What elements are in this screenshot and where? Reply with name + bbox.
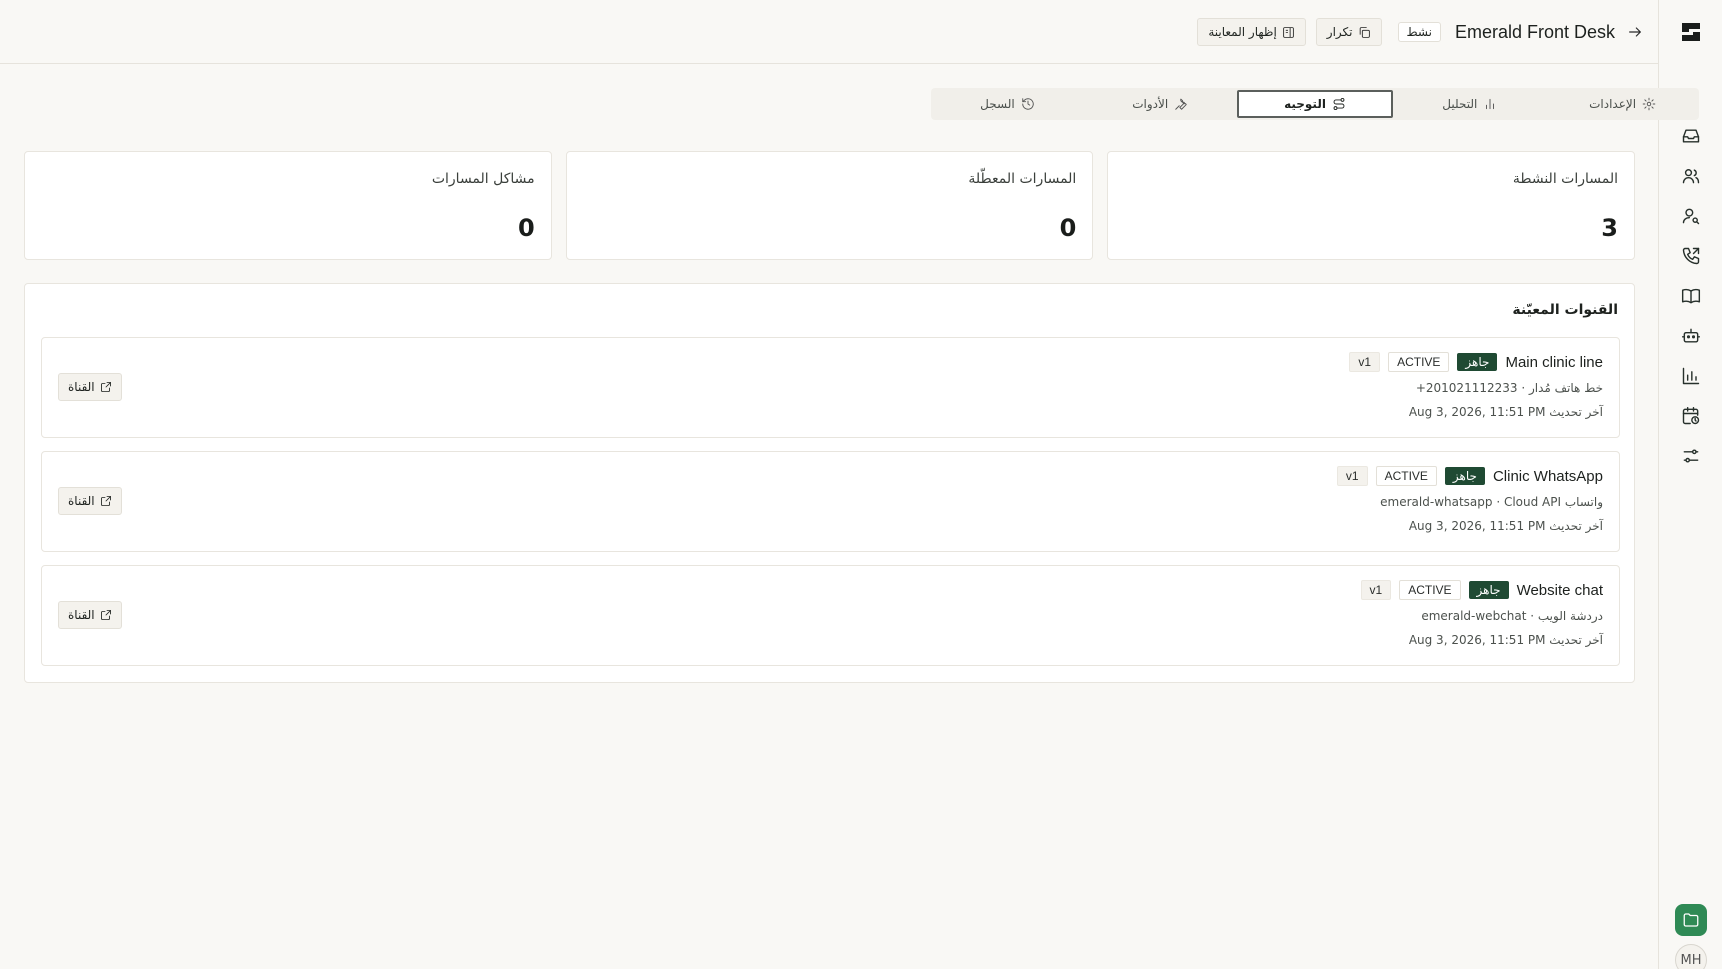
- version-badge: v1: [1336, 466, 1368, 486]
- open-channel-label: القناة: [68, 380, 95, 394]
- ready-badge: جاهز: [1444, 467, 1485, 485]
- channel-updated: آخر تحديث Aug 3, 2026, 11:51 PM: [1408, 519, 1603, 533]
- channel-subtitle: دردشة الويب · emerald-webchat: [1421, 609, 1603, 623]
- tab-tools[interactable]: الأدوات: [1084, 88, 1237, 120]
- calendar-clock-icon[interactable]: [1679, 404, 1703, 428]
- open-channel-button[interactable]: القناة: [58, 373, 122, 401]
- show-preview-label: إظهار المعاينة: [1208, 25, 1277, 39]
- channel-card: Website chat جاهز ACTIVE v1 دردشة الويب …: [41, 565, 1620, 666]
- tab-label: الأدوات: [1132, 97, 1169, 111]
- gear-icon: [1642, 97, 1656, 111]
- tab-analytics[interactable]: التحليل: [1393, 88, 1546, 120]
- tab-bar: الإعدادات التحليل التوجيه الأدوات السجل: [931, 88, 1699, 120]
- channel-subtitle: خط هاتف مُدار · 201021112233+: [1415, 381, 1603, 395]
- channel-header: Main clinic line جاهز ACTIVE v1: [1349, 352, 1603, 372]
- tab-label: الإعدادات: [1589, 97, 1637, 111]
- tab-settings[interactable]: الإعدادات: [1546, 88, 1699, 120]
- channel-subtitle: واتساب emerald-whatsapp · Cloud API: [1380, 495, 1603, 509]
- open-channel-button[interactable]: القناة: [58, 601, 122, 629]
- folder-button[interactable]: [1675, 904, 1707, 936]
- ready-badge: جاهز: [1457, 353, 1498, 371]
- sliders-icon[interactable]: [1679, 444, 1703, 468]
- external-link-icon: [100, 382, 111, 392]
- avatar[interactable]: MH: [1675, 944, 1707, 969]
- channel-header: Website chat جاهز ACTIVE v1: [1360, 580, 1603, 600]
- bot-icon[interactable]: [1679, 324, 1703, 348]
- open-channel-button[interactable]: القناة: [58, 487, 122, 515]
- stat-label: المسارات النشطة: [1512, 171, 1618, 187]
- bar-chart-icon: [1486, 98, 1495, 110]
- page-title: Emerald Front Desk: [1454, 21, 1615, 42]
- top-bar: Emerald Front Desk نشط تكرار إظهار المعا…: [0, 0, 1658, 64]
- users-icon[interactable]: [1679, 164, 1703, 188]
- tab-label: التوجيه: [1284, 97, 1326, 111]
- version-badge: v1: [1349, 352, 1381, 372]
- open-channel-label: القناة: [68, 608, 95, 622]
- stat-value: 0: [1059, 214, 1077, 242]
- inbox-icon[interactable]: [1679, 124, 1703, 148]
- tab-label: السجل: [980, 97, 1015, 111]
- status-badge: نشط: [1397, 22, 1441, 42]
- route-icon: [1333, 97, 1345, 111]
- wrench-icon: [1175, 98, 1187, 110]
- back-button[interactable]: [1625, 23, 1643, 41]
- channel-updated: آخر تحديث Aug 3, 2026, 11:51 PM: [1408, 405, 1603, 419]
- open-channel-label: القناة: [68, 494, 95, 508]
- tab-routing[interactable]: التوجيه: [1236, 90, 1394, 118]
- stat-card-route-issues: مشاكل المسارات 0: [23, 151, 552, 260]
- state-badge: ACTIVE: [1388, 352, 1450, 372]
- duplicate-label: تكرار: [1326, 25, 1353, 39]
- assigned-channels-panel: القنوات المعيّنة Main clinic line جاهز A…: [24, 283, 1635, 683]
- phone-icon[interactable]: [1679, 244, 1703, 268]
- section-title: القنوات المعيّنة: [1512, 302, 1618, 318]
- stat-value: 0: [517, 214, 535, 242]
- channel-card: Clinic WhatsApp جاهز ACTIVE v1 واتساب em…: [41, 451, 1620, 552]
- chart-icon[interactable]: [1679, 364, 1703, 388]
- stat-value: 3: [1601, 214, 1618, 242]
- channel-name: Main clinic line: [1505, 353, 1603, 371]
- state-badge: ACTIVE: [1375, 466, 1437, 486]
- duplicate-button[interactable]: تكرار: [1315, 18, 1382, 46]
- folder-icon: [1683, 913, 1699, 927]
- stats-row: المسارات النشطة 3 المسارات المعطّلة 0 مش…: [23, 151, 1635, 260]
- channel-updated: آخر تحديث Aug 3, 2026, 11:51 PM: [1408, 633, 1603, 647]
- channel-name: Clinic WhatsApp: [1492, 467, 1603, 485]
- channel-name: Website chat: [1516, 581, 1603, 599]
- external-link-icon: [100, 496, 111, 506]
- tab-label: التحليل: [1442, 97, 1478, 111]
- external-link-icon: [100, 610, 111, 620]
- book-icon[interactable]: [1679, 284, 1703, 308]
- channel-card: Main clinic line جاهز ACTIVE v1 خط هاتف …: [41, 337, 1620, 438]
- stat-card-active-routes: المسارات النشطة 3: [1107, 151, 1635, 260]
- app-logo[interactable]: [1680, 21, 1702, 43]
- version-badge: v1: [1360, 580, 1392, 600]
- header-row: Emerald Front Desk نشط تكرار إظهار المعا…: [1197, 18, 1643, 46]
- copy-icon: [1359, 26, 1370, 38]
- user-search-icon[interactable]: [1679, 204, 1703, 228]
- stat-label: المسارات المعطّلة: [968, 171, 1077, 187]
- stat-label: مشاكل المسارات: [431, 171, 535, 187]
- tab-history[interactable]: السجل: [931, 88, 1084, 120]
- arrow-right-icon: [1629, 27, 1641, 37]
- ready-badge: جاهز: [1468, 581, 1509, 599]
- channel-header: Clinic WhatsApp جاهز ACTIVE v1: [1336, 466, 1603, 486]
- show-preview-button[interactable]: إظهار المعاينة: [1197, 18, 1306, 46]
- stat-card-disabled-routes: المسارات المعطّلة 0: [565, 151, 1094, 260]
- nav-rail: MH: [1658, 0, 1722, 969]
- history-icon: [1021, 98, 1034, 110]
- state-badge: ACTIVE: [1399, 580, 1461, 600]
- panel-icon: [1282, 26, 1294, 38]
